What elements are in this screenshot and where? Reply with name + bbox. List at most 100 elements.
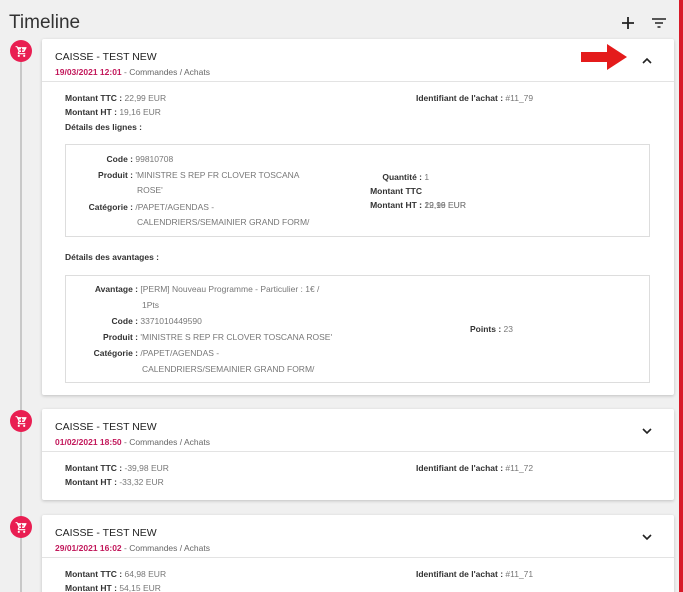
card-date: 29/01/2021 16:02 — [55, 543, 122, 553]
value: [PERM] Nouveau Programme - Particulier :… — [140, 284, 320, 294]
adv-avantage-cont: 1Pts — [142, 300, 160, 310]
window-edge — [679, 0, 683, 592]
filter-icon — [652, 18, 666, 28]
identifiant-row: Identifiant de l'achat : #11_71 — [416, 567, 533, 581]
value: 3371010449590 — [140, 316, 202, 326]
identifiant-row: Identifiant de l'achat : #11_79 — [416, 91, 533, 105]
adv-produit-row: Produit : 'MINISTRE S REP FR CLOVER TOSC… — [66, 330, 332, 344]
advantage-details-box: Avantage : [PERM] Nouveau Programme - Pa… — [65, 275, 650, 383]
label: Code : — [106, 154, 133, 164]
value: 54,15 EUR — [119, 583, 161, 592]
label: Montant HT : — [65, 477, 117, 487]
timeline-card: CAISSE - TEST NEW 19/03/2021 12:01 - Com… — [42, 39, 674, 395]
page-title: Timeline — [9, 12, 81, 33]
label: Montant TTC : — [65, 569, 123, 579]
adv-avantage-row: Avantage : [PERM] Nouveau Programme - Pa… — [66, 282, 320, 296]
value: 64,98 EUR — [124, 569, 167, 579]
card-subtitle: 01/02/2021 18:50 - Commandes / Achats — [55, 437, 210, 447]
label: Code : — [111, 316, 138, 326]
line-quantite-row: Quantité : 1 — [366, 170, 429, 184]
adv-points-row: Points : 23 — [470, 322, 513, 336]
timeline-line — [20, 44, 22, 592]
cart-icon — [15, 45, 27, 57]
value: 'MINISTRE S REP FR CLOVER TOSCANA — [135, 170, 300, 180]
value: -39,98 EUR — [124, 463, 169, 473]
chevron-down-icon[interactable] — [640, 531, 654, 543]
value: #11_79 — [505, 93, 534, 103]
label: Avantage : — [94, 284, 138, 294]
adv-code-row: Code : 3371010449590 — [66, 314, 202, 328]
value: 23 — [503, 324, 514, 334]
label: Catégorie : — [93, 348, 138, 358]
timeline-dot — [10, 516, 32, 538]
card-header[interactable]: CAISSE - TEST NEW 01/02/2021 18:50 - Com… — [42, 409, 674, 452]
value: 'MINISTRE S REP FR CLOVER TOSCANA ROSE' — [140, 332, 333, 342]
cart-icon — [15, 521, 27, 533]
label: Montant HT : — [65, 107, 117, 117]
label: Points : — [470, 324, 502, 334]
value: #11_72 — [505, 463, 534, 473]
timeline-card: CAISSE - TEST NEW 01/02/2021 18:50 - Com… — [42, 409, 674, 500]
label: Identifiant de l'achat : — [416, 569, 504, 579]
lines-section-title: Détails des lignes : — [65, 122, 142, 132]
chevron-up-icon[interactable] — [640, 55, 654, 67]
label: Produit : — [98, 170, 133, 180]
plus-icon — [622, 17, 634, 29]
label: Montant TTC : — [65, 463, 123, 473]
add-button[interactable] — [619, 14, 637, 32]
value: 22,99 EUR — [124, 93, 167, 103]
line-produit-row: Produit : 'MINISTRE S REP FR CLOVER TOSC… — [66, 168, 299, 182]
montant-ttc-row: Montant TTC : 22,99 EUR — [65, 91, 166, 105]
card-subtitle: 29/01/2021 16:02 - Commandes / Achats — [55, 543, 210, 553]
line-ht-row: Montant HT : 19,16 EUR — [366, 198, 466, 212]
montant-ht-row: Montant HT : 19,16 EUR — [65, 105, 161, 119]
chevron-down-icon[interactable] — [640, 425, 654, 437]
timeline-page: Timeline CAISSE - TEST NEW 19/03/2021 12… — [0, 0, 683, 592]
line-details-box: Code : 99810708 Produit : 'MINISTRE S RE… — [65, 144, 650, 237]
label: Identifiant de l'achat : — [416, 93, 504, 103]
identifiant-row: Identifiant de l'achat : #11_72 — [416, 461, 533, 475]
timeline-card: CAISSE - TEST NEW 29/01/2021 16:02 - Com… — [42, 515, 674, 592]
filter-button[interactable] — [650, 14, 668, 32]
value: 19,16 EUR — [119, 107, 161, 117]
label: Montant HT : — [65, 583, 117, 592]
montant-ht-row: Montant HT : 54,15 EUR — [65, 581, 161, 592]
page-header: Timeline — [0, 0, 679, 38]
label: Produit : — [103, 332, 138, 342]
card-title: CAISSE - TEST NEW — [55, 527, 157, 539]
label: Montant HT : — [370, 200, 422, 210]
card-title: CAISSE - TEST NEW — [55, 421, 157, 433]
montant-ttc-row: Montant TTC : -39,98 EUR — [65, 461, 169, 475]
arrow-annotation-icon — [581, 44, 627, 70]
montant-ttc-row: Montant TTC : 64,98 EUR — [65, 567, 166, 581]
value: 99810708 — [135, 154, 174, 164]
line-produit-cont: ROSE' — [137, 185, 163, 195]
card-subtitle: 19/03/2021 12:01 - Commandes / Achats — [55, 67, 210, 77]
timeline-dot — [10, 410, 32, 432]
timeline-dot — [10, 40, 32, 62]
value: /PAPET/AGENDAS - — [135, 202, 215, 212]
label: Identifiant de l'achat : — [416, 463, 504, 473]
label: Quantité : — [382, 172, 422, 182]
line-code-row: Code : 99810708 — [66, 152, 174, 166]
adv-categorie-cont: CALENDRIERS/SEMAINIER GRAND FORM/ — [142, 364, 315, 374]
card-header[interactable]: CAISSE - TEST NEW 29/01/2021 16:02 - Com… — [42, 515, 674, 558]
value: #11_71 — [505, 569, 534, 579]
card-header[interactable]: CAISSE - TEST NEW 19/03/2021 12:01 - Com… — [42, 39, 674, 82]
card-category: - Commandes / Achats — [121, 67, 210, 77]
line-categorie-cont: CALENDRIERS/SEMAINIER GRAND FORM/ — [137, 217, 310, 227]
value: -33,32 EUR — [119, 477, 164, 487]
montant-ht-row: Montant HT : -33,32 EUR — [65, 475, 164, 489]
card-date: 19/03/2021 12:01 — [55, 67, 122, 77]
cart-icon — [15, 415, 27, 427]
value: 1 — [424, 172, 430, 182]
value: /PAPET/AGENDAS - — [140, 348, 220, 358]
card-category: - Commandes / Achats — [121, 437, 210, 447]
card-date: 01/02/2021 18:50 — [55, 437, 122, 447]
label: Catégorie : — [88, 202, 133, 212]
value: 19,16 EUR — [424, 200, 466, 210]
card-category: - Commandes / Achats — [121, 543, 210, 553]
line-categorie-row: Catégorie : /PAPET/AGENDAS - — [66, 200, 215, 214]
adv-categorie-row: Catégorie : /PAPET/AGENDAS - — [66, 346, 220, 360]
label: Montant TTC : — [65, 93, 123, 103]
